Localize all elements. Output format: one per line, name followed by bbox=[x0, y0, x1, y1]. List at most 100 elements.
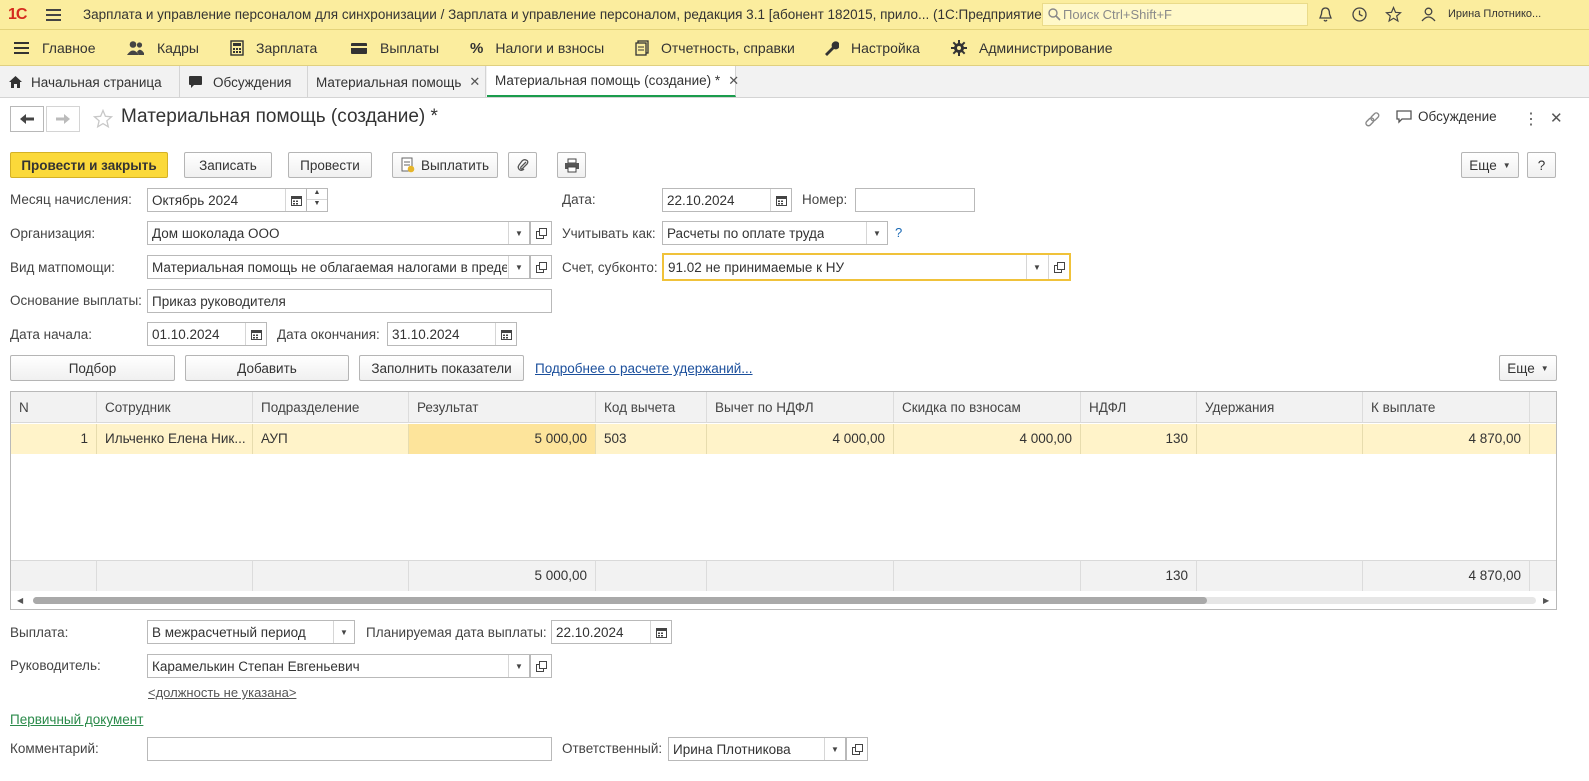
calendar-icon[interactable] bbox=[495, 323, 516, 345]
print-button[interactable] bbox=[557, 152, 586, 178]
comment-field[interactable] bbox=[147, 737, 552, 761]
organization-field[interactable]: Дом шоколада ООО ▼ bbox=[147, 221, 530, 245]
close-icon[interactable]: ✕ bbox=[728, 73, 739, 89]
chevron-down-icon[interactable]: ▼ bbox=[866, 222, 887, 244]
scrollbar-thumb[interactable] bbox=[33, 597, 1207, 604]
number-field[interactable] bbox=[855, 188, 975, 212]
history-icon[interactable] bbox=[1351, 6, 1368, 23]
column-header[interactable]: Код вычета bbox=[596, 392, 707, 423]
help-button[interactable]: ? bbox=[1527, 152, 1556, 178]
section-taxes[interactable]: % Налоги и взносы bbox=[470, 30, 604, 66]
deductions-details-link[interactable]: Подробнее о расчете удержаний... bbox=[535, 361, 753, 376]
calendar-icon[interactable] bbox=[245, 323, 266, 345]
search-input[interactable] bbox=[1063, 4, 1303, 25]
section-salary[interactable]: Зарплата bbox=[230, 30, 317, 66]
section-settings[interactable]: Настройка bbox=[823, 30, 920, 66]
section-payouts[interactable]: Выплаты bbox=[350, 30, 439, 66]
payout-field[interactable]: В межрасчетный период ▼ bbox=[147, 620, 355, 644]
post-button[interactable]: Провести bbox=[288, 152, 372, 178]
chevron-down-icon[interactable]: ▼ bbox=[824, 738, 845, 760]
column-header[interactable]: Удержания bbox=[1197, 392, 1363, 423]
table-cell[interactable] bbox=[1197, 424, 1363, 454]
table-cell[interactable]: 5 000,00 bbox=[409, 424, 596, 454]
month-spinner[interactable]: ▲ ▼ bbox=[307, 188, 328, 212]
spin-up-icon[interactable]: ▲ bbox=[307, 189, 327, 200]
account-field[interactable]: 91.02 не принимаемые к НУ ▼ bbox=[662, 253, 1071, 281]
column-header[interactable]: Результат bbox=[409, 392, 596, 423]
chevron-down-icon[interactable]: ▼ bbox=[508, 256, 529, 278]
star-icon[interactable] bbox=[1385, 6, 1402, 23]
tab-material-aid-create[interactable]: Материальная помощь (создание) * ✕ bbox=[487, 66, 739, 97]
more-button[interactable]: Еще ▼ bbox=[1461, 152, 1519, 178]
global-search[interactable] bbox=[1042, 3, 1308, 26]
pick-button[interactable]: Подбор bbox=[10, 355, 175, 381]
table-cell[interactable]: 503 bbox=[596, 424, 707, 454]
back-button[interactable] bbox=[10, 106, 44, 132]
link-icon[interactable] bbox=[1363, 110, 1381, 128]
basis-field[interactable]: Приказ руководителя bbox=[147, 289, 552, 313]
column-header[interactable]: Подразделение bbox=[253, 392, 409, 423]
tab-home[interactable]: Начальная страница bbox=[0, 66, 180, 98]
spin-down-icon[interactable]: ▼ bbox=[307, 200, 327, 211]
save-button[interactable]: Записать bbox=[184, 152, 272, 178]
primary-document-link[interactable]: Первичный документ bbox=[10, 712, 143, 727]
close-icon[interactable]: ✕ bbox=[469, 74, 480, 90]
table-cell[interactable]: Ильченко Елена Ник... bbox=[97, 424, 253, 454]
employees-table[interactable]: N Сотрудник Подразделение Результат Код … bbox=[10, 391, 1557, 610]
horizontal-scrollbar[interactable]: ◀ ▶ bbox=[11, 592, 1556, 609]
add-button[interactable]: Добавить bbox=[185, 355, 349, 381]
section-admin[interactable]: Администрирование bbox=[951, 30, 1113, 66]
section-hr[interactable]: Кадры bbox=[127, 30, 199, 66]
responsible-field[interactable]: Ирина Плотникова ▼ bbox=[668, 737, 846, 761]
post-and-close-button[interactable]: Провести и закрыть bbox=[10, 152, 168, 178]
bell-icon[interactable] bbox=[1317, 6, 1334, 23]
column-header[interactable]: Сотрудник bbox=[97, 392, 253, 423]
open-icon[interactable] bbox=[530, 255, 552, 279]
table-cell[interactable]: АУП bbox=[253, 424, 409, 454]
chevron-down-icon[interactable]: ▼ bbox=[1026, 255, 1047, 279]
open-icon[interactable] bbox=[1048, 255, 1069, 279]
scroll-right-icon[interactable]: ▶ bbox=[1543, 596, 1549, 605]
open-icon[interactable] bbox=[846, 737, 868, 761]
section-reports[interactable]: Отчетность, справки bbox=[635, 30, 795, 66]
table-cell[interactable]: 4 870,00 bbox=[1363, 424, 1530, 454]
table-cell[interactable]: 4 000,00 bbox=[707, 424, 894, 454]
help-link[interactable]: ? bbox=[895, 225, 902, 240]
favorite-star-icon[interactable] bbox=[93, 109, 113, 129]
aid-type-field[interactable]: Материальная помощь не облагаемая налога… bbox=[147, 255, 530, 279]
forward-button[interactable] bbox=[46, 106, 80, 132]
table-cell[interactable]: 4 000,00 bbox=[894, 424, 1081, 454]
open-icon[interactable] bbox=[530, 654, 552, 678]
column-header[interactable]: К выплате bbox=[1363, 392, 1530, 423]
column-header[interactable]: N bbox=[11, 392, 97, 423]
section-main[interactable]: Главное bbox=[14, 30, 96, 66]
tab-material-aid-list[interactable]: Материальная помощь ✕ bbox=[308, 66, 486, 98]
more-vertical-icon[interactable]: ⋮ bbox=[1523, 109, 1539, 129]
end-date-field[interactable]: 31.10.2024 bbox=[387, 322, 517, 346]
close-form-icon[interactable]: ✕ bbox=[1550, 109, 1563, 127]
discussion-button[interactable]: Обсуждение bbox=[1396, 109, 1497, 124]
tab-discussions[interactable]: Обсуждения bbox=[180, 66, 308, 98]
table-cell[interactable]: 130 bbox=[1081, 424, 1197, 454]
column-header[interactable]: Скидка по взносам bbox=[894, 392, 1081, 423]
user-name[interactable]: Ирина Плотнико... bbox=[1448, 8, 1541, 20]
start-date-field[interactable]: 01.10.2024 bbox=[147, 322, 267, 346]
chevron-down-icon[interactable]: ▼ bbox=[333, 621, 354, 643]
table-cell[interactable]: 1 bbox=[11, 424, 97, 454]
month-field[interactable]: Октябрь 2024 bbox=[147, 188, 307, 212]
scroll-left-icon[interactable]: ◀ bbox=[17, 596, 23, 605]
chevron-down-icon[interactable]: ▼ bbox=[508, 655, 529, 677]
planned-date-field[interactable]: 22.10.2024 bbox=[551, 620, 672, 644]
user-icon[interactable] bbox=[1420, 6, 1437, 23]
chevron-down-icon[interactable]: ▼ bbox=[508, 222, 529, 244]
calendar-icon[interactable] bbox=[285, 189, 306, 211]
app-menu-icon[interactable] bbox=[46, 8, 62, 22]
column-header[interactable]: Вычет по НДФЛ bbox=[707, 392, 894, 423]
position-link[interactable]: <должность не указана> bbox=[148, 685, 296, 700]
head-field[interactable]: Карамелькин Степан Евгеньевич ▼ bbox=[147, 654, 530, 678]
calendar-icon[interactable] bbox=[650, 621, 671, 643]
open-icon[interactable] bbox=[530, 221, 552, 245]
column-header[interactable]: НДФЛ bbox=[1081, 392, 1197, 423]
calendar-icon[interactable] bbox=[770, 189, 791, 211]
pay-button[interactable]: Выплатить bbox=[392, 152, 498, 178]
